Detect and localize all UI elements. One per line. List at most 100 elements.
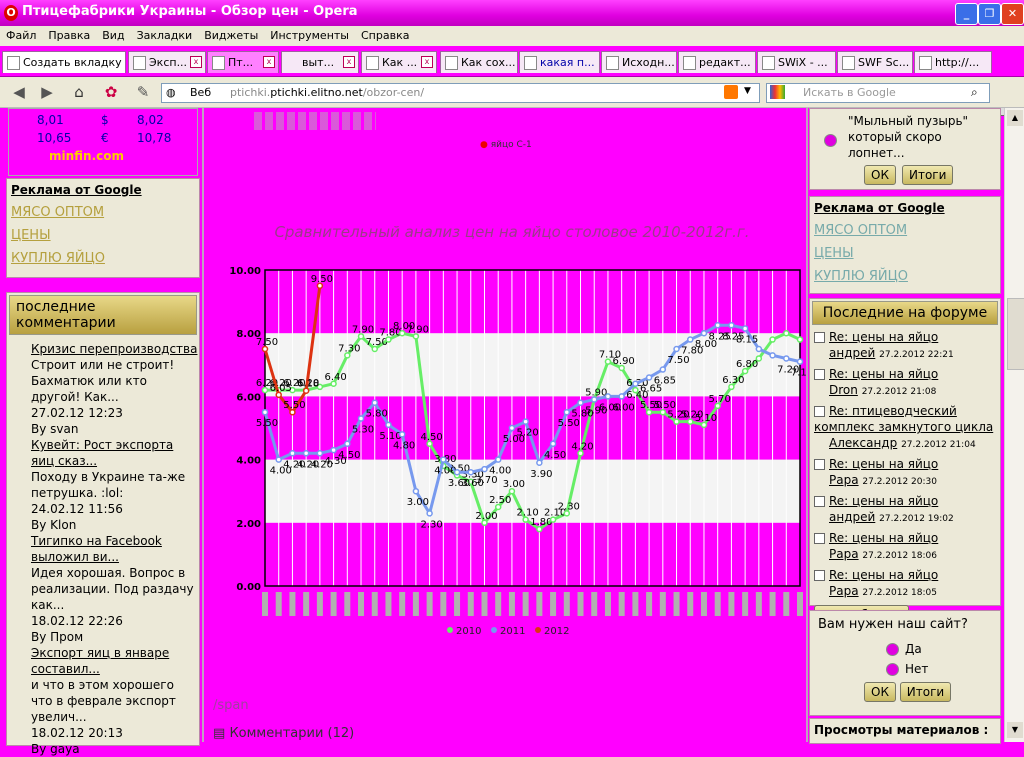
search-icon[interactable]: ⌕ [971, 85, 978, 100]
forum-user[interactable]: андрей [829, 346, 875, 360]
poll-ok-button[interactable]: ОК [864, 165, 896, 185]
comment-link[interactable]: Тигипко на Facebook выложил ви... [31, 534, 162, 564]
column-divider [806, 108, 808, 742]
poll-option-no[interactable]: Нет [886, 662, 1000, 676]
data-label-2011: 6.85 [654, 376, 676, 387]
ads-title[interactable]: Реклама от Google [11, 183, 195, 197]
menu-view[interactable]: Вид [96, 26, 130, 42]
forum-user[interactable]: Рара [829, 584, 859, 598]
radio-icon[interactable] [886, 643, 899, 656]
ad-link-meat[interactable]: МЯСО ОПТОМ [814, 223, 1000, 238]
x-tick-label [426, 592, 433, 616]
minimize-button[interactable]: _ [955, 3, 978, 25]
menu-tools[interactable]: Инструменты [264, 26, 355, 42]
data-point-2011 [302, 450, 310, 457]
tab-5[interactable]: Как сох... [440, 51, 518, 73]
menu-edit[interactable]: Правка [42, 26, 96, 42]
poll-radio[interactable] [824, 133, 843, 147]
x-tick-label [412, 592, 419, 616]
data-label-2010: 7.50 [366, 337, 388, 348]
close-tab-icon[interactable]: x [421, 56, 433, 68]
forum-user[interactable]: Александр [829, 436, 897, 450]
tab-6[interactable]: какая п... [519, 51, 600, 73]
forum-topic-link[interactable]: Re: цены на яйцо [829, 457, 938, 471]
scroll-thumb[interactable] [1007, 298, 1024, 370]
x-tick-label [563, 592, 570, 616]
poll-results-button[interactable]: Итоги [899, 682, 952, 702]
forum-topic-link[interactable]: Re: цены на яйцо [829, 494, 938, 508]
data-label-2010: 5.70 [709, 394, 731, 405]
data-label-2011: 5.30 [352, 425, 374, 436]
comment-link[interactable]: Кризис перепроизводства [31, 342, 197, 356]
tab-7[interactable]: Исходн... [601, 51, 677, 73]
close-button[interactable]: ✕ [1001, 3, 1024, 25]
forum-topic-link[interactable]: Re: цены на яйцо [829, 330, 938, 344]
data-point-2011 [590, 396, 598, 403]
forum-user[interactable]: Рара [829, 547, 859, 561]
restore-button[interactable]: ❐ [978, 3, 1001, 25]
comments-link[interactable]: ▤ Комментарии (12) [213, 726, 354, 741]
ad-link-eggs[interactable]: КУПЛЮ ЯЙЦО [814, 269, 1000, 284]
ad-link-prices[interactable]: ЦЕНЫ [814, 246, 1000, 261]
scroll-up-icon[interactable]: ▲ [1007, 110, 1023, 126]
ad-link-eggs[interactable]: КУПЛЮ ЯЙЦО [11, 251, 199, 266]
forum-user[interactable]: Dron [829, 383, 858, 397]
dropdown-arrow-icon[interactable]: ▼ [744, 86, 751, 96]
data-label-2011: 5.50 [558, 418, 580, 429]
home-icon[interactable]: ⌂ [68, 81, 90, 103]
ad-link-meat[interactable]: МЯСО ОПТОМ [11, 205, 199, 220]
close-tab-icon[interactable]: x [343, 56, 355, 68]
data-label-2011: 3.00 [407, 497, 429, 508]
comment-link[interactable]: Кувейт: Рост экспорта яиц сказ... [31, 438, 173, 468]
tab-11[interactable]: http://... [914, 51, 992, 73]
tab-3[interactable]: выт... x [281, 51, 359, 73]
poll-results-button[interactable]: Итоги [902, 165, 954, 185]
new-tab-button[interactable]: Создать вкладку [2, 51, 126, 73]
rss-icon[interactable] [724, 85, 738, 99]
data-point-2011 [412, 487, 420, 495]
poll-option-yes[interactable]: Да [886, 642, 1000, 656]
data-label-2012: 6.18 [297, 379, 319, 390]
forum-user[interactable]: андрей [829, 510, 875, 524]
menu-widgets[interactable]: Виджеты [198, 26, 264, 42]
tab-4[interactable]: Как ... x [361, 51, 437, 73]
speed-dial-icon[interactable]: ✿ [100, 81, 122, 103]
address-field[interactable]: ◍ Веб ptichki.ptichki.elitno.net/obzor-c… [161, 83, 760, 103]
forward-icon[interactable]: ▶ [36, 81, 58, 103]
x-tick-label [783, 592, 790, 616]
rate-usd-sell: 8,02 [137, 113, 164, 127]
menu-bookmarks[interactable]: Закладки [131, 26, 199, 42]
tab-9[interactable]: SWiX - ... [757, 51, 836, 73]
forum-user[interactable]: Рара [829, 473, 859, 487]
search-field[interactable]: Искать в Google ⌕ [766, 83, 990, 103]
data-label-2010: 6.40 [324, 372, 346, 383]
data-point-2011 [398, 431, 406, 438]
radio-icon[interactable] [886, 663, 899, 676]
tab-active[interactable]: Пт... x [207, 51, 279, 73]
forum-topic-link[interactable]: Re: цены на яйцо [829, 568, 938, 582]
tab-10[interactable]: SWF Sc... [837, 51, 913, 73]
data-point-2010 [769, 336, 776, 343]
ads-title[interactable]: Реклама от Google [814, 201, 996, 215]
ad-link-prices[interactable]: ЦЕНЫ [11, 228, 199, 243]
menu-file[interactable]: Файл [0, 26, 42, 42]
menu-help[interactable]: Справка [355, 26, 415, 42]
data-point-2011 [481, 465, 488, 473]
pen-icon[interactable]: ✎ [132, 81, 154, 103]
close-tab-icon[interactable]: x [263, 56, 275, 68]
tab-8[interactable]: редакт... [678, 51, 756, 73]
data-point-2011 [769, 352, 776, 359]
close-tab-icon[interactable]: x [190, 56, 202, 68]
x-tick-label [591, 592, 598, 616]
poll-ok-button[interactable]: ОК [864, 682, 896, 702]
comment-link[interactable]: Экспорт яиц в январе составил... [31, 646, 169, 676]
tab-export[interactable]: Эксп... x [128, 51, 206, 73]
forum-topic-link[interactable]: Re: птицеводческий комплекс замкнутого ц… [814, 404, 993, 434]
back-icon[interactable]: ◀ [8, 81, 30, 103]
forum-topic-link[interactable]: Re: цены на яйцо [829, 367, 938, 381]
minfin-logo[interactable]: minfin.com [49, 149, 124, 163]
scroll-down-icon[interactable]: ▼ [1007, 722, 1023, 738]
data-point-2011 [357, 415, 365, 422]
forum-topic-link[interactable]: Re: цены на яйцо [829, 531, 938, 545]
page-scrollbar[interactable]: ▲ ▼ [1004, 108, 1024, 742]
